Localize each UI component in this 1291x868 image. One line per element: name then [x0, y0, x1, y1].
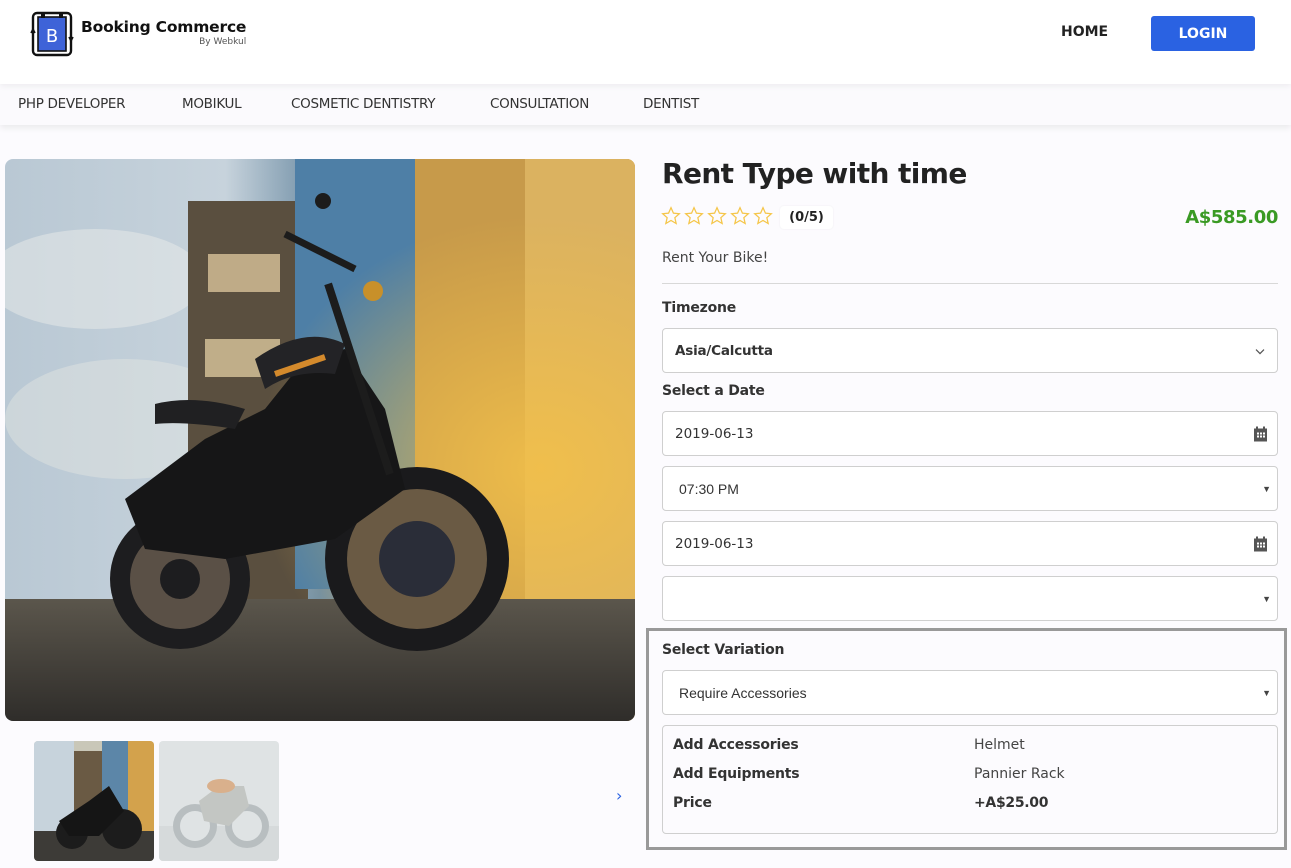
variation-detail-row: Price +A$25.00: [673, 795, 1273, 815]
caret-down-icon: ▼: [1262, 593, 1271, 604]
category-mobikul[interactable]: MOBIKUL: [182, 96, 242, 112]
logo-icon: B: [29, 11, 75, 57]
login-button[interactable]: LOGIN: [1151, 16, 1255, 51]
thumbnail-black-motorcycle[interactable]: [34, 741, 154, 861]
variation-detail-value: Helmet: [974, 737, 1025, 753]
calendar-icon[interactable]: [1254, 426, 1267, 441]
chevron-right-icon[interactable]: ›: [616, 786, 630, 806]
variation-detail-value: Pannier Rack: [974, 766, 1065, 782]
category-dentist[interactable]: DENTIST: [643, 96, 699, 112]
timezone-label: Timezone: [662, 300, 737, 316]
star-icon[interactable]: [707, 206, 727, 226]
start-time-value: 07:30 PM: [679, 480, 739, 497]
star-icon[interactable]: [684, 206, 704, 226]
logo-title: Booking Commerce: [81, 17, 247, 36]
svg-text:B: B: [46, 26, 58, 47]
variation-details: Add Accessories Helmet Add Equipments Pa…: [662, 725, 1278, 834]
variation-price-value: +A$25.00: [974, 795, 1049, 811]
category-php-developer[interactable]: PHP DEVELOPER: [18, 96, 126, 112]
variation-detail-row: Add Accessories Helmet: [673, 737, 1273, 757]
end-time-select[interactable]: ▼: [662, 576, 1278, 621]
category-consultation[interactable]: CONSULTATION: [490, 96, 589, 112]
product-price: A$585.00: [1185, 207, 1278, 228]
category-cosmetic-dentistry[interactable]: COSMETIC DENTISTRY: [291, 96, 435, 112]
end-date-value: 2019-06-13: [675, 535, 754, 552]
caret-down-icon: ▼: [1262, 687, 1271, 698]
star-icon[interactable]: [753, 206, 773, 226]
divider: [662, 283, 1278, 284]
end-date-input[interactable]: 2019-06-13: [662, 521, 1278, 566]
product-description: Rent Your Bike!: [662, 250, 769, 266]
variation-detail-row: Add Equipments Pannier Rack: [673, 766, 1273, 786]
variation-label: Select Variation: [662, 642, 785, 658]
start-date-value: 2019-06-13: [675, 425, 754, 442]
logo-subtitle: By Webkul: [199, 36, 247, 47]
nav-home-link[interactable]: HOME: [1061, 24, 1108, 40]
variation-select[interactable]: Require Accessories ▼: [662, 670, 1278, 715]
star-icon[interactable]: [730, 206, 750, 226]
start-date-input[interactable]: 2019-06-13: [662, 411, 1278, 456]
timezone-select[interactable]: Asia/Calcutta: [662, 328, 1278, 373]
variation-detail-key: Add Equipments: [673, 766, 800, 782]
logo[interactable]: B Booking Commerce By Webkul: [29, 11, 246, 57]
timezone-value: Asia/Calcutta: [675, 342, 773, 359]
site-header: B Booking Commerce By Webkul HOME LOGIN: [0, 0, 1291, 84]
variation-detail-key: Add Accessories: [673, 737, 799, 753]
product-title: Rent Type with time: [662, 157, 967, 190]
caret-down-icon: ▼: [1262, 483, 1271, 494]
variation-value: Require Accessories: [679, 684, 807, 701]
thumbnail-vintage-motorcycle[interactable]: [159, 741, 279, 861]
category-nav: PHP DEVELOPER MOBIKUL COSMETIC DENTISTRY…: [0, 84, 1291, 125]
chevron-down-icon: [1255, 348, 1265, 354]
rating-count-badge: (0/5): [780, 206, 833, 229]
rating-stars[interactable]: [661, 206, 773, 226]
date-label: Select a Date: [662, 383, 765, 399]
variation-detail-key: Price: [673, 795, 712, 811]
star-icon[interactable]: [661, 206, 681, 226]
start-time-select[interactable]: 07:30 PM ▼: [662, 466, 1278, 511]
product-main-image[interactable]: [5, 159, 635, 721]
calendar-icon[interactable]: [1254, 536, 1267, 551]
